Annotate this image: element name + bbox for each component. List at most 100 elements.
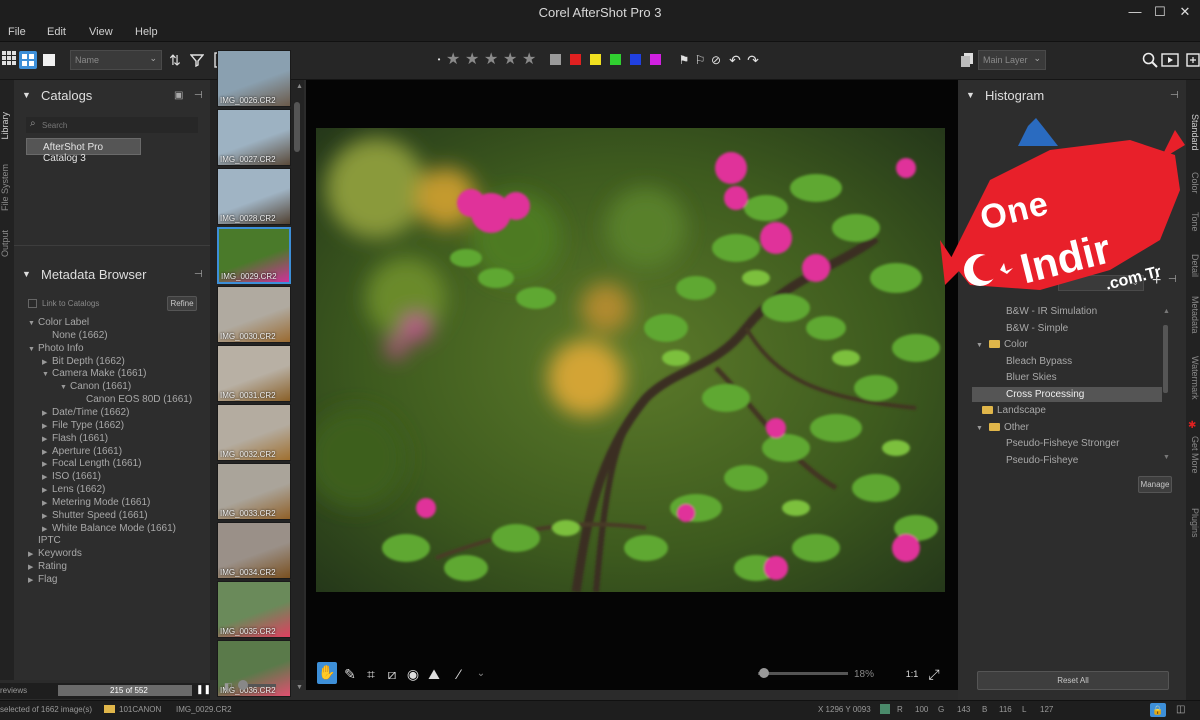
filmstrip-thumb[interactable]: IMG_0035.CR2 (217, 581, 291, 638)
metadata-tree-item[interactable]: ▶ Flag (28, 574, 57, 585)
rating-star-1[interactable]: ★ (446, 51, 460, 69)
expand-down-icon[interactable]: ▼ (42, 371, 52, 378)
preset-folder[interactable]: ▼ Other (976, 422, 1029, 433)
expand-right-icon[interactable]: ▶ (28, 576, 38, 584)
expand-right-icon[interactable]: ▶ (42, 460, 52, 468)
thumb-size-icon[interactable]: ◧ (224, 681, 233, 692)
refine-button[interactable]: Refine (167, 296, 197, 311)
tab-get-more[interactable]: Get More (1186, 436, 1200, 474)
preset-item[interactable]: Cross Processing (972, 386, 1162, 402)
rating-star-3[interactable]: ★ (484, 51, 498, 69)
rating-star-5[interactable]: ★ (522, 51, 536, 69)
scroll-down-icon[interactable]: ▼ (296, 684, 303, 691)
scroll-down-icon[interactable]: ▼ (1163, 454, 1170, 461)
pin-icon[interactable]: ⊣ (194, 269, 203, 280)
brush-icon[interactable]: ⁄ (449, 664, 469, 684)
expand-right-icon[interactable]: ▶ (42, 422, 52, 430)
link-catalogs-checkbox[interactable] (28, 299, 37, 308)
metadata-tree-item[interactable]: ▶ Metering Mode (1661) (42, 497, 150, 508)
menu-file[interactable]: File (8, 26, 26, 38)
collapse-triangle-icon[interactable]: ▼ (966, 90, 975, 100)
rating-star-2[interactable]: ★ (465, 51, 479, 69)
fullscreen-icon[interactable] (1184, 51, 1200, 69)
expand-right-icon[interactable]: ▶ (42, 409, 52, 417)
hand-tool-icon[interactable]: ✋ (317, 662, 337, 684)
zoom-1to1-icon[interactable]: 1:1 (902, 664, 922, 684)
tab-color[interactable]: Color (1186, 172, 1200, 194)
expand-down-icon[interactable]: ▼ (60, 384, 70, 391)
expand-right-icon[interactable]: ▶ (42, 512, 52, 520)
metadata-tree-item[interactable]: ▶ File Type (1662) (42, 420, 124, 431)
manage-button[interactable]: Manage (1138, 476, 1172, 493)
image-viewer[interactable] (306, 80, 958, 660)
rotate-left-icon[interactable]: ↶ (726, 51, 744, 69)
metadata-browser-header[interactable]: ▼ Metadata Browser ⊣ (14, 259, 210, 289)
metadata-tree-item[interactable]: ▶ Rating (28, 561, 67, 572)
scroll-up-icon[interactable]: ▲ (296, 83, 303, 90)
metadata-tree-item[interactable]: ▶ ISO (1661) (42, 471, 101, 482)
metadata-tree-item[interactable]: Canon EOS 80D (1661) (76, 394, 192, 405)
expand-right-icon[interactable]: ▶ (42, 448, 52, 456)
metadata-tree-item[interactable]: ▶ Shutter Speed (1661) (42, 510, 148, 521)
sort-order-icon[interactable]: ⇅ (166, 51, 184, 69)
filmstrip-thumb[interactable]: IMG_0034.CR2 (217, 522, 291, 579)
zoom-slider-handle[interactable] (759, 668, 769, 678)
straighten-icon[interactable]: ⧄ (382, 664, 402, 684)
sort-dropdown[interactable]: Name ⌄ (70, 50, 162, 70)
eyedropper-icon[interactable]: ✎ (340, 664, 360, 684)
collapse-triangle-icon[interactable]: ▼ (22, 90, 31, 100)
preset-scrollbar[interactable] (1163, 325, 1168, 393)
filmstrip-thumb[interactable]: IMG_0029.CR2 (217, 227, 291, 284)
preset-folder[interactable]: Landscape (976, 405, 1046, 416)
split-view-icon[interactable] (19, 51, 37, 69)
expand-down-icon[interactable]: ▼ (28, 320, 38, 327)
color-label-blue[interactable] (630, 54, 641, 65)
chevron-down-icon[interactable]: ⌄ (471, 664, 491, 684)
tab-plugins[interactable]: Plugins (1186, 508, 1200, 538)
filmstrip-thumb[interactable]: IMG_0033.CR2 (217, 463, 291, 520)
menu-help[interactable]: Help (135, 26, 158, 38)
catalog-add-icon[interactable]: ▣ (174, 90, 183, 101)
redeye-icon[interactable]: ◉ (403, 664, 423, 684)
filmstrip-thumb[interactable]: IMG_0030.CR2 (217, 286, 291, 343)
collapse-triangle-icon[interactable]: ▼ (22, 269, 31, 279)
expand-right-icon[interactable]: ▶ (42, 358, 52, 366)
metadata-tree-item[interactable]: ▶ Flash (1661) (42, 433, 108, 444)
color-label-green[interactable] (610, 54, 621, 65)
expand-right-icon[interactable]: ▶ (42, 473, 52, 481)
expand-right-icon[interactable]: ▶ (28, 563, 38, 571)
pause-icon[interactable]: ❚❚ (196, 684, 211, 697)
catalogs-header[interactable]: ▼ Catalogs ▣ ⊣ (14, 80, 210, 110)
tab-metadata[interactable]: Metadata (1186, 296, 1200, 334)
pin-icon[interactable]: ⊣ (1170, 90, 1179, 101)
unflag-icon[interactable]: ⊘ (707, 51, 725, 69)
layer-dropdown[interactable]: Main Layer ⌄ (978, 50, 1046, 70)
zoom-slider-track[interactable] (758, 672, 848, 675)
metadata-tree-item[interactable]: ▼ Photo Info (28, 343, 84, 354)
metadata-tree-item[interactable]: ▶ Lens (1662) (42, 484, 105, 495)
filmstrip-thumb[interactable]: IMG_0028.CR2 (217, 168, 291, 225)
tab-output[interactable]: Output (0, 230, 14, 257)
filter-icon[interactable] (188, 51, 206, 69)
thumb-size-slider-handle[interactable] (238, 680, 248, 690)
filmstrip-thumb[interactable]: IMG_0032.CR2 (217, 404, 291, 461)
pin-icon[interactable]: ⊣ (194, 90, 203, 101)
catalog-search-field[interactable]: ⌕ Search (26, 117, 198, 133)
color-label-purple[interactable] (650, 54, 661, 65)
expand-right-icon[interactable]: ▶ (42, 525, 52, 533)
filmstrip-thumb[interactable]: IMG_0026.CR2 (217, 50, 291, 107)
menu-view[interactable]: View (89, 26, 113, 38)
single-view-icon[interactable] (40, 51, 58, 69)
rating-star-4[interactable]: ★ (503, 51, 517, 69)
tab-detail[interactable]: Detail (1186, 254, 1200, 277)
metadata-tree-item[interactable]: ▼ Camera Make (1661) (42, 368, 146, 379)
color-label-red[interactable] (570, 54, 581, 65)
preset-item[interactable]: B&W - IR Simulation (1006, 306, 1097, 317)
status-menu-icon[interactable]: ◫ (1176, 704, 1185, 715)
color-label-gray[interactable] (550, 54, 561, 65)
fit-screen-icon[interactable]: ⤢ (924, 664, 944, 684)
expand-right-icon[interactable]: ▶ (28, 550, 38, 558)
metadata-tree-item[interactable]: ▼ Color Label (28, 317, 89, 328)
preset-item[interactable]: B&W - Simple (1006, 323, 1068, 334)
metadata-tree-item[interactable]: ▶ Keywords (28, 548, 82, 559)
